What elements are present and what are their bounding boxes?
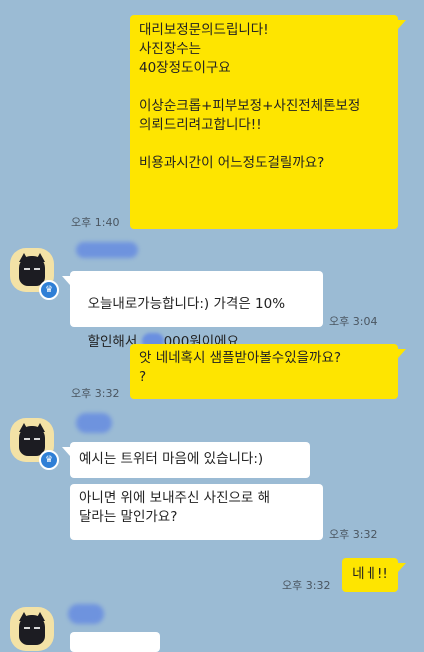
message-1-time: 오후 1:40 [71,216,120,229]
my-message-1-tail [398,20,406,29]
their-message-4[interactable]: 예시는 트위터 마음에 있습니다:) [70,442,310,478]
contact-avatar-3[interactable] [10,607,54,651]
redacted-contact-name-1 [76,242,138,258]
message-2-time: 오후 3:04 [329,315,378,328]
redacted-contact-name-3 [68,604,104,624]
their-message-7-partial[interactable] [70,632,160,652]
their-message-4-tail [62,447,70,456]
their-message-5[interactable]: 아니면 위에 보내주신 사진으로 해 달라는 말인가요? [70,484,323,540]
my-message-1[interactable]: 대리보정문의드립니다! 사진장수는 40장정도이구요 이상순크롭+피부보정+사진… [130,15,398,229]
their-message-2-tail [62,276,70,285]
crown-badge-icon: ♛ [39,280,59,300]
message-5-time: 오후 3:32 [329,528,378,541]
their-message-2[interactable]: 오늘내로가능합니다:) 가격은 10% 할인해서 000원이에요 [70,271,323,350]
message-2-line-1: 오늘내로가능합니다:) 가격은 10% [87,296,286,312]
redacted-contact-name-2 [76,413,112,433]
my-message-6[interactable]: 네ㅔ!! [342,558,398,592]
crown-badge-icon: ♛ [39,450,59,470]
message-3-time: 오후 3:32 [71,387,120,400]
my-message-6-tail [398,563,406,572]
my-message-3[interactable]: 앗 네네혹시 샘플받아볼수있을까요? ? [130,344,398,399]
my-message-3-tail [398,349,406,358]
message-6-time: 오후 3:32 [282,579,331,592]
